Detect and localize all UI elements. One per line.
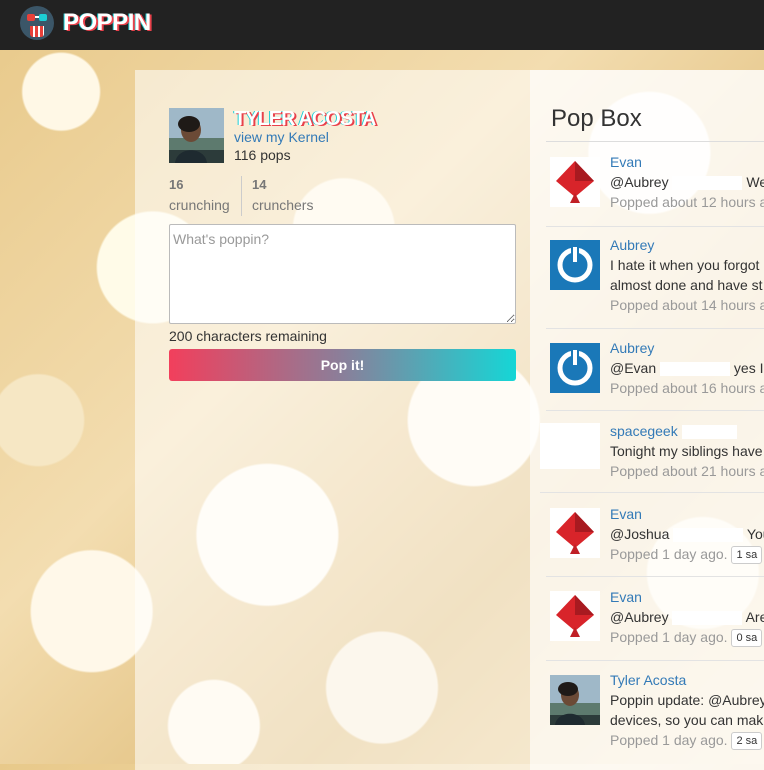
chars-remaining: 200 characters remaining	[169, 328, 327, 344]
power-icon[interactable]	[550, 240, 600, 290]
crunching-label: crunching	[169, 197, 230, 213]
feed-username[interactable]: spacegeek	[610, 423, 678, 439]
feed-item: Evan @Aubrey Are you Popped 1 day ago. 0…	[546, 576, 764, 661]
crunchers-count: 14	[252, 177, 267, 192]
pop-textarea[interactable]	[169, 224, 516, 324]
crunchers-label: crunchers	[252, 197, 314, 213]
pop-timestamp: Popped about 14 hours a	[610, 297, 764, 313]
navbar: POPPIN	[0, 0, 764, 50]
feed-username[interactable]: Evan	[610, 504, 764, 524]
red-diamond-icon[interactable]	[550, 591, 600, 641]
pop-text: Tonight my siblings have	[610, 443, 763, 459]
pop-text: I hate it when you forgot	[610, 257, 760, 273]
says-badge[interactable]: 1 sa	[731, 546, 763, 565]
avatar[interactable]	[169, 108, 224, 163]
brand-logo-text[interactable]: POPPIN	[63, 9, 151, 37]
mention[interactable]: @Aubrey	[610, 609, 669, 625]
red-diamond-icon[interactable]	[550, 508, 600, 558]
divider	[546, 141, 764, 142]
feed-item: Evan @Joshua You're Popped 1 day ago. 1 …	[546, 492, 764, 577]
mention[interactable]: @Aubrey	[610, 174, 669, 190]
avatar[interactable]	[540, 423, 600, 469]
pop-text: Well now	[746, 174, 764, 190]
pop-text-line2: almost done and have st	[610, 277, 763, 293]
popcorn-mascot-icon[interactable]	[20, 6, 54, 40]
crunching-count: 16	[169, 177, 184, 192]
says-badge[interactable]: 2 sa	[731, 732, 763, 751]
feed-username[interactable]: Evan	[610, 587, 764, 607]
red-diamond-icon[interactable]	[550, 157, 600, 207]
feed-username[interactable]: Evan	[610, 152, 764, 172]
pop-text: You're	[746, 526, 764, 542]
pop-timestamp: Popped 1 day ago.	[610, 629, 728, 645]
mention[interactable]: @Evan	[610, 360, 656, 376]
pop-it-button[interactable]: Pop it!	[169, 349, 516, 381]
profile-name[interactable]: TYLER ACOSTA	[234, 108, 376, 131]
feed-item: Evan @Aubrey Well now Popped about 12 ho…	[546, 152, 764, 227]
says-badge[interactable]: 0 sa	[731, 629, 763, 648]
pop-timestamp: Popped about 12 hours a	[610, 194, 764, 210]
crunchers-stat[interactable]: 14 crunchers	[252, 177, 313, 213]
pop-text: Poppin update: @Aubrey	[610, 692, 764, 708]
feed-item: Aubrey I hate it when you forgot almost …	[546, 226, 764, 329]
profile-panel	[135, 70, 530, 770]
pop-text: yes I did g	[733, 360, 764, 376]
feed-username[interactable]: Aubrey	[610, 235, 764, 255]
feed-username[interactable]: Aubrey	[610, 338, 764, 358]
pop-text: Are you	[745, 609, 764, 625]
avatar[interactable]	[550, 675, 600, 725]
feed-username[interactable]: Tyler Acosta	[610, 670, 764, 690]
feed-item: spacegeek Tonight my siblings have Poppe…	[540, 410, 764, 493]
view-kernel-link[interactable]: view my Kernel	[234, 129, 329, 145]
pop-text-line2: devices, so you can mak	[610, 712, 764, 728]
crunching-stat[interactable]: 16 crunching	[169, 177, 230, 213]
popbox-title: Pop Box	[551, 105, 642, 132]
feed-item: Aubrey @Evan yes I did g Popped about 16…	[546, 328, 764, 411]
stat-divider	[241, 176, 242, 216]
power-icon[interactable]	[550, 343, 600, 393]
pop-timestamp: Popped 1 day ago.	[610, 732, 728, 748]
feed-item: Tyler Acosta Poppin update: @Aubrey devi…	[546, 660, 764, 764]
pop-timestamp: Popped about 21 hours a	[610, 463, 764, 479]
pop-timestamp: Popped about 16 hours a	[610, 380, 764, 396]
pop-timestamp: Popped 1 day ago.	[610, 546, 728, 562]
mention[interactable]: @Joshua	[610, 526, 669, 542]
pops-count: 116 pops	[234, 147, 291, 163]
